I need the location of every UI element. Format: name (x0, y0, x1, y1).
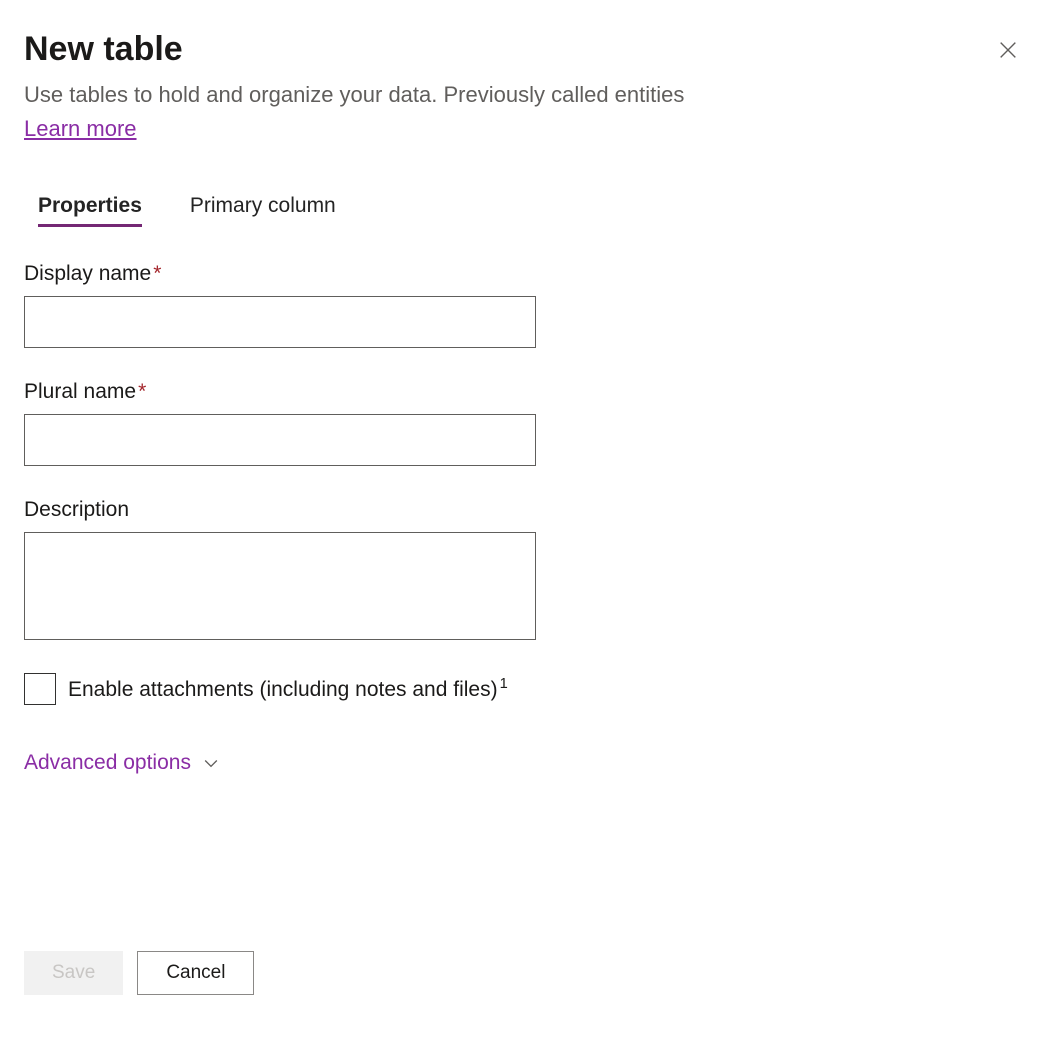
advanced-options-toggle[interactable]: Advanced options (24, 751, 221, 775)
description-input[interactable] (24, 532, 536, 640)
footnote-marker: 1 (500, 676, 508, 692)
page-subtitle: Use tables to hold and organize your dat… (24, 81, 994, 110)
required-indicator: * (138, 380, 146, 403)
enable-attachments-label: Enable attachments (including notes and … (68, 676, 508, 702)
tab-primary-column[interactable]: Primary column (190, 194, 336, 226)
enable-attachments-checkbox[interactable] (24, 673, 56, 705)
display-name-label: Display name* (24, 262, 1026, 286)
cancel-button[interactable]: Cancel (137, 951, 254, 995)
display-name-input[interactable] (24, 296, 536, 348)
plural-name-input[interactable] (24, 414, 536, 466)
page-title: New table (24, 30, 994, 69)
close-icon (997, 39, 1019, 61)
tab-properties[interactable]: Properties (38, 194, 142, 226)
close-button[interactable] (994, 36, 1022, 64)
plural-name-label: Plural name* (24, 380, 1026, 404)
description-label: Description (24, 498, 1026, 522)
save-button[interactable]: Save (24, 951, 123, 995)
required-indicator: * (153, 262, 161, 285)
tab-list: Properties Primary column (24, 194, 1026, 226)
learn-more-link[interactable]: Learn more (24, 116, 137, 142)
chevron-down-icon (201, 753, 221, 773)
